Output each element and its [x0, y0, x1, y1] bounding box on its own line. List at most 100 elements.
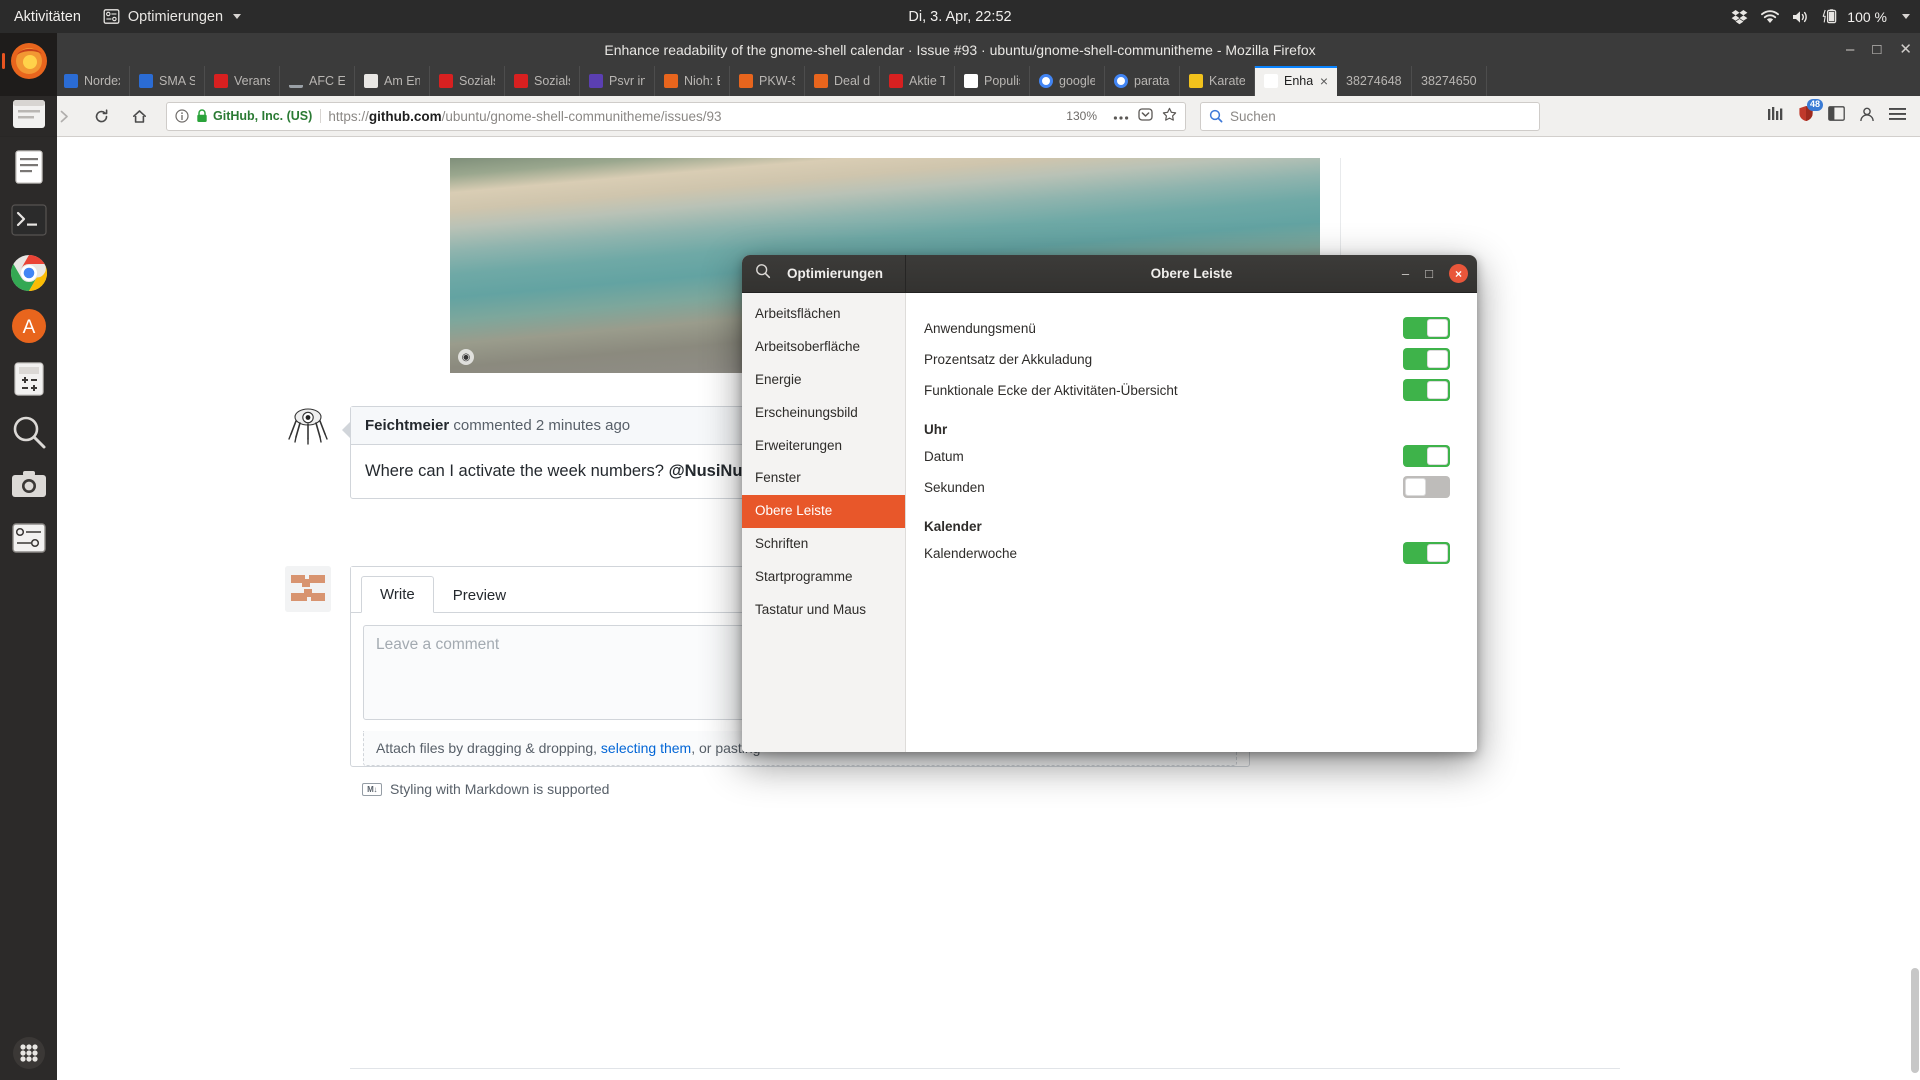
browser-tab[interactable]: 38274650-	[1412, 66, 1487, 96]
tab-label: Nioh: B	[684, 74, 720, 88]
browser-tab[interactable]: google	[1030, 66, 1105, 96]
dock-item-search[interactable]	[7, 410, 51, 454]
show-applications-button[interactable]	[0, 1036, 57, 1070]
chevron-down-icon	[1902, 14, 1910, 19]
tab-write[interactable]: Write	[361, 576, 434, 613]
search-icon[interactable]	[755, 263, 771, 284]
browser-tab[interactable]: 38274648-	[1337, 66, 1412, 96]
toggle-switch[interactable]	[1403, 348, 1450, 370]
browser-tab[interactable]: PKW-Su	[730, 66, 805, 96]
page-actions-icon[interactable]	[1113, 109, 1129, 124]
library-icon[interactable]	[1767, 106, 1784, 126]
window-title: Enhance readability of the gnome-shell c…	[604, 41, 1316, 58]
browser-tab[interactable]: Aktie Te	[880, 66, 955, 96]
maximize-button[interactable]: □	[1872, 42, 1881, 57]
toggle-switch[interactable]	[1403, 476, 1450, 498]
browser-tab[interactable]: Nioh: B	[655, 66, 730, 96]
dock-item-firefox[interactable]	[1, 39, 51, 83]
browser-tab[interactable]: Karate	[1180, 66, 1255, 96]
tab-label: google	[1059, 74, 1095, 88]
close-button[interactable]: ✕	[1899, 42, 1912, 57]
tab-close-icon[interactable]: ×	[1320, 73, 1328, 89]
browser-tab[interactable]: AFC Ene	[280, 66, 355, 96]
current-user-avatar[interactable]	[285, 566, 331, 612]
minimize-button[interactable]: –	[1846, 42, 1854, 57]
svg-text:A: A	[22, 317, 35, 338]
tab-label: Veranst	[234, 74, 270, 88]
site-identity[interactable]: GitHub, Inc. (US)	[196, 109, 322, 123]
system-indicators[interactable]: 100 %	[1731, 9, 1910, 25]
bookmark-star-icon[interactable]	[1162, 107, 1177, 125]
gnome-tweaks-window: Optimierungen Obere Leiste – □ × Arbeits…	[742, 255, 1477, 752]
browser-tab[interactable]: Veranst	[205, 66, 280, 96]
zoom-level-indicator[interactable]: 130%	[1060, 109, 1097, 123]
hamburger-menu-icon[interactable]	[1889, 107, 1906, 126]
tweaks-sidebar[interactable]: Arbeitsflächen Arbeitsoberfläche Energie Er…	[742, 293, 906, 752]
tracking-protection-icon[interactable]: 48	[1798, 99, 1823, 127]
home-button[interactable]	[124, 101, 154, 131]
browser-tab[interactable]: Sozialst	[505, 66, 580, 96]
toggle-switch[interactable]	[1403, 445, 1450, 467]
tab-favicon-icon	[289, 74, 303, 88]
tab-favicon-icon	[739, 74, 753, 88]
clock[interactable]: Di, 3. Apr, 22:52	[908, 9, 1011, 25]
browser-tab[interactable]: Nordex	[55, 66, 130, 96]
reload-button[interactable]	[86, 101, 116, 131]
app-menu-button[interactable]: Optimierungen	[93, 8, 251, 25]
image-expand-icon[interactable]: ◉	[458, 349, 474, 365]
sidebar-toggle-icon[interactable]	[1828, 106, 1845, 126]
browser-tab[interactable]: Deal de	[805, 66, 880, 96]
sidebar-item-startprogramme[interactable]: Startprogramme	[742, 561, 905, 594]
page-scrollbar[interactable]	[1910, 138, 1920, 1080]
toggle-switch[interactable]	[1403, 379, 1450, 401]
sidebar-item-tastatur-und-maus[interactable]: Tastatur und Maus	[742, 594, 905, 627]
sidebar-item-energie[interactable]: Energie	[742, 364, 905, 397]
sidebar-item-obere-leiste[interactable]: Obere Leiste	[742, 495, 905, 529]
tab-favicon-icon	[664, 74, 678, 88]
comment-author[interactable]: Feichtmeier	[365, 417, 449, 434]
info-icon	[175, 109, 189, 123]
selecting-them-link[interactable]: selecting them	[601, 740, 691, 756]
browser-tab[interactable]: Enha ×	[1255, 66, 1337, 96]
activities-button[interactable]: Aktivitäten	[0, 9, 93, 25]
dock-item-tweaks[interactable]	[7, 516, 51, 560]
browser-tab[interactable]: Psvr in	[580, 66, 655, 96]
sidebar-item-arbeitsfl-chen[interactable]: Arbeitsflächen	[742, 298, 905, 331]
toolbar-right-actions: 48	[1767, 99, 1910, 127]
url-bar[interactable]: GitHub, Inc. (US) https://github.com/ubu…	[166, 101, 1186, 131]
tab-preview[interactable]: Preview	[434, 577, 525, 613]
browser-tab[interactable]: Populis	[955, 66, 1030, 96]
browser-tab[interactable]: Am End	[355, 66, 430, 96]
battery-icon	[1822, 9, 1838, 24]
tab-strip[interactable]: Nordex SMA So Veranst AFC Ene Am End Sozialst…	[0, 66, 1920, 96]
browser-tab[interactable]: paratab	[1105, 66, 1180, 96]
search-bar[interactable]: Suchen	[1200, 101, 1540, 131]
tweaks-maximize-button[interactable]: □	[1425, 267, 1433, 280]
sidebar-item-schriften[interactable]: Schriften	[742, 528, 905, 561]
dock-item-ubuntu-software[interactable]: A	[7, 304, 51, 348]
account-icon[interactable]	[1859, 106, 1875, 127]
sidebar-item-arbeitsoberfl-che[interactable]: Arbeitsoberfläche	[742, 331, 905, 364]
dock-item-calculator[interactable]	[7, 357, 51, 401]
setting-row: Sekunden	[924, 474, 1450, 500]
sidebar-item-erweiterungen[interactable]: Erweiterungen	[742, 430, 905, 463]
browser-tab[interactable]: SMA So	[130, 66, 205, 96]
browser-tab[interactable]: Sozialst	[430, 66, 505, 96]
scrollbar-thumb[interactable]	[1911, 968, 1919, 1073]
dock-item-screenshot[interactable]	[7, 463, 51, 507]
toggle-switch[interactable]	[1403, 542, 1450, 564]
pocket-icon[interactable]	[1138, 107, 1153, 125]
toggle-switch[interactable]	[1403, 317, 1450, 339]
dock-item-text-editor[interactable]	[7, 145, 51, 189]
tweaks-icon	[103, 9, 120, 24]
dock-item-terminal[interactable]	[7, 198, 51, 242]
dock-item-files[interactable]	[7, 92, 51, 136]
sidebar-item-fenster[interactable]: Fenster	[742, 462, 905, 495]
tweaks-minimize-button[interactable]: –	[1402, 267, 1409, 280]
volume-icon	[1792, 10, 1809, 24]
dock-item-chrome[interactable]	[7, 251, 51, 295]
tweaks-close-button[interactable]: ×	[1449, 264, 1468, 283]
sidebar-item-erscheinungsbild[interactable]: Erscheinungsbild	[742, 397, 905, 430]
avatar[interactable]	[285, 401, 331, 447]
tab-label: AFC Ene	[309, 74, 345, 88]
